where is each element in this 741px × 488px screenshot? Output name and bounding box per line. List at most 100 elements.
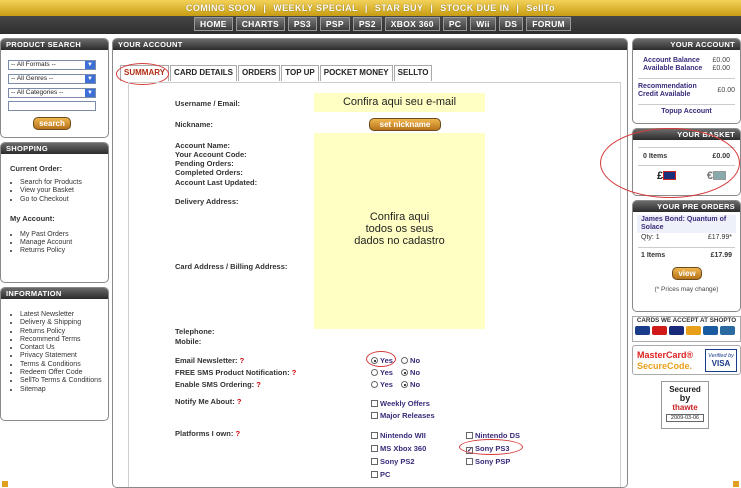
- sms-notify-no-radio[interactable]: [401, 369, 409, 376]
- completed-orders-label: Completed Orders:: [175, 168, 243, 177]
- format-select[interactable]: -- All Formats -- ▼: [8, 60, 96, 70]
- thawte-seal[interactable]: Secured by thawte 2009-03-06: [661, 381, 709, 429]
- link-search-products[interactable]: Search for Products: [20, 179, 108, 187]
- help-icon[interactable]: ?: [292, 368, 297, 377]
- help-icon[interactable]: ?: [256, 380, 261, 389]
- newsletter-yes-radio[interactable]: [371, 357, 378, 364]
- link-view-basket[interactable]: View your Basket: [20, 187, 108, 195]
- platform-option[interactable]: ✓ Sony PS3: [466, 444, 510, 454]
- nav-sellto[interactable]: SellTo: [520, 3, 561, 13]
- info-link[interactable]: Delivery & Shipping: [20, 319, 108, 327]
- preorder-product[interactable]: James Bond: Quantum of Solace: [641, 216, 732, 232]
- weekly-offers-option[interactable]: Weekly Offers: [371, 399, 430, 408]
- search-input[interactable]: [8, 101, 96, 111]
- nav-coming-soon[interactable]: COMING SOON: [180, 3, 262, 13]
- pc-label: PC: [380, 470, 391, 479]
- newsletter-radio-group: Yes No: [371, 356, 420, 365]
- info-link[interactable]: Privacy Statement: [20, 352, 108, 360]
- nav-stock-due-in[interactable]: STOCK DUE IN: [434, 3, 515, 13]
- nickname-label: Nickname:: [175, 120, 213, 129]
- platform-option[interactable]: PC: [371, 470, 390, 479]
- info-link[interactable]: Terms & Conditions: [20, 361, 108, 369]
- securecode-label: SecureCode.: [637, 361, 693, 371]
- delta-card-icon: [703, 326, 718, 335]
- platform-option[interactable]: Sony PS2: [371, 457, 415, 466]
- sony-ps2-label: Sony PS2: [380, 457, 415, 466]
- sony-ps3-checkbox[interactable]: ✓: [466, 447, 473, 454]
- recommendation-value: £0.00: [717, 87, 735, 94]
- sony-psp-checkbox[interactable]: [466, 458, 473, 465]
- set-nickname-button[interactable]: set nickname: [369, 118, 441, 131]
- help-icon[interactable]: ?: [240, 356, 245, 365]
- main-nav-wii[interactable]: Wii: [470, 17, 496, 31]
- sms-notify-yes-radio[interactable]: [371, 369, 378, 376]
- major-releases-option[interactable]: Major Releases: [371, 411, 435, 420]
- nav-star-buy[interactable]: STAR BUY: [369, 3, 430, 13]
- notify-text: Notify Me About:: [175, 397, 235, 406]
- pc-checkbox[interactable]: [371, 471, 378, 478]
- platform-option[interactable]: Sony PSP: [466, 457, 510, 466]
- tab-card-details[interactable]: CARD DETAILS: [170, 65, 238, 81]
- sms-order-yes-radio[interactable]: [371, 381, 378, 388]
- help-icon[interactable]: ?: [235, 429, 240, 438]
- info-link[interactable]: Latest Newsletter: [20, 311, 108, 319]
- info-link[interactable]: Contact Us: [20, 344, 108, 352]
- data-note-line: todos os seus: [365, 223, 434, 235]
- search-button[interactable]: search: [33, 117, 71, 130]
- sms-notify-label: FREE SMS Product Notification: ?: [175, 368, 296, 378]
- eur-flag-icon[interactable]: €: [707, 170, 726, 182]
- tab-sellto[interactable]: SELLTO: [393, 65, 433, 81]
- nintendo-ds-checkbox[interactable]: [466, 432, 473, 439]
- topup-link[interactable]: Topup Account: [633, 108, 740, 116]
- info-link[interactable]: SellTo Terms & Conditions: [20, 377, 108, 385]
- genre-select[interactable]: -- All Genres -- ▼: [8, 74, 96, 84]
- top-bar: COMING SOON | WEEKLY SPECIAL | STAR BUY …: [0, 0, 741, 34]
- account-balance-label: Account Balance: [643, 57, 700, 64]
- help-icon[interactable]: ?: [237, 397, 242, 406]
- tab-orders[interactable]: ORDERS: [238, 65, 281, 81]
- info-link[interactable]: Sitemap: [20, 386, 108, 394]
- sony-ps2-checkbox[interactable]: [371, 458, 378, 465]
- tab-summary[interactable]: SUMMARY: [120, 65, 170, 81]
- platform-option[interactable]: Nintendo DS: [466, 431, 520, 440]
- sms-order-no-label: No: [410, 380, 421, 389]
- info-link[interactable]: Recommend Terms: [20, 336, 108, 344]
- sms-order-no-radio[interactable]: [401, 381, 409, 388]
- link-manage-account[interactable]: Manage Account: [20, 239, 108, 247]
- main-nav-home[interactable]: HOME: [194, 17, 233, 31]
- category-select[interactable]: -- All Categories -- ▼: [8, 88, 96, 98]
- nav-weekly-special[interactable]: WEEKLY SPECIAL: [267, 3, 364, 13]
- info-link[interactable]: Redeem Offer Code: [20, 369, 108, 377]
- newsletter-no-radio[interactable]: [401, 357, 409, 364]
- view-preorders-button[interactable]: view: [672, 267, 702, 280]
- newsletter-no-label: No: [410, 356, 421, 365]
- top-nav: COMING SOON | WEEKLY SPECIAL | STAR BUY …: [0, 0, 741, 16]
- link-returns-policy[interactable]: Returns Policy: [20, 247, 108, 255]
- securecode-badge: MasterCard® SecureCode. Verified by VISA: [632, 345, 741, 375]
- main-nav-forum[interactable]: FORUM: [526, 17, 571, 31]
- main-nav-ps3[interactable]: PS3: [287, 17, 317, 31]
- gbp-flag-icon[interactable]: £: [657, 170, 677, 182]
- maestro-card-icon: [669, 326, 684, 335]
- main-nav-charts[interactable]: CHARTS: [235, 17, 285, 31]
- nintendo-wii-checkbox[interactable]: [371, 432, 378, 439]
- platform-option[interactable]: MS Xbox 360: [371, 444, 426, 453]
- tab-pocket-money[interactable]: POCKET MONEY: [319, 65, 393, 81]
- main-nav-xbox360[interactable]: XBOX 360: [384, 17, 440, 31]
- major-releases-checkbox[interactable]: [371, 412, 378, 419]
- main-nav-ps2[interactable]: PS2: [352, 17, 382, 31]
- right-column: YOUR ACCOUNT Account Balance Available B…: [632, 38, 741, 375]
- link-go-checkout[interactable]: Go to Checkout: [20, 196, 108, 204]
- main-nav-pc[interactable]: PC: [442, 17, 468, 31]
- main-nav-psp[interactable]: PSP: [319, 17, 350, 31]
- main-nav-ds[interactable]: DS: [498, 17, 524, 31]
- data-note-text: Confira aqui todos os seus dados no cada…: [314, 211, 485, 247]
- preorder-items: 1 Items: [641, 252, 666, 259]
- platform-option[interactable]: Nintendo WII: [371, 431, 426, 440]
- link-past-orders[interactable]: My Past Orders: [20, 231, 108, 239]
- weekly-offers-checkbox[interactable]: [371, 400, 378, 407]
- verified-by-visa-badge: Verified by VISA: [705, 349, 737, 372]
- ms-xbox-checkbox[interactable]: [371, 445, 378, 452]
- tab-top-up[interactable]: TOP UP: [281, 65, 319, 81]
- info-link[interactable]: Returns Policy: [20, 328, 108, 336]
